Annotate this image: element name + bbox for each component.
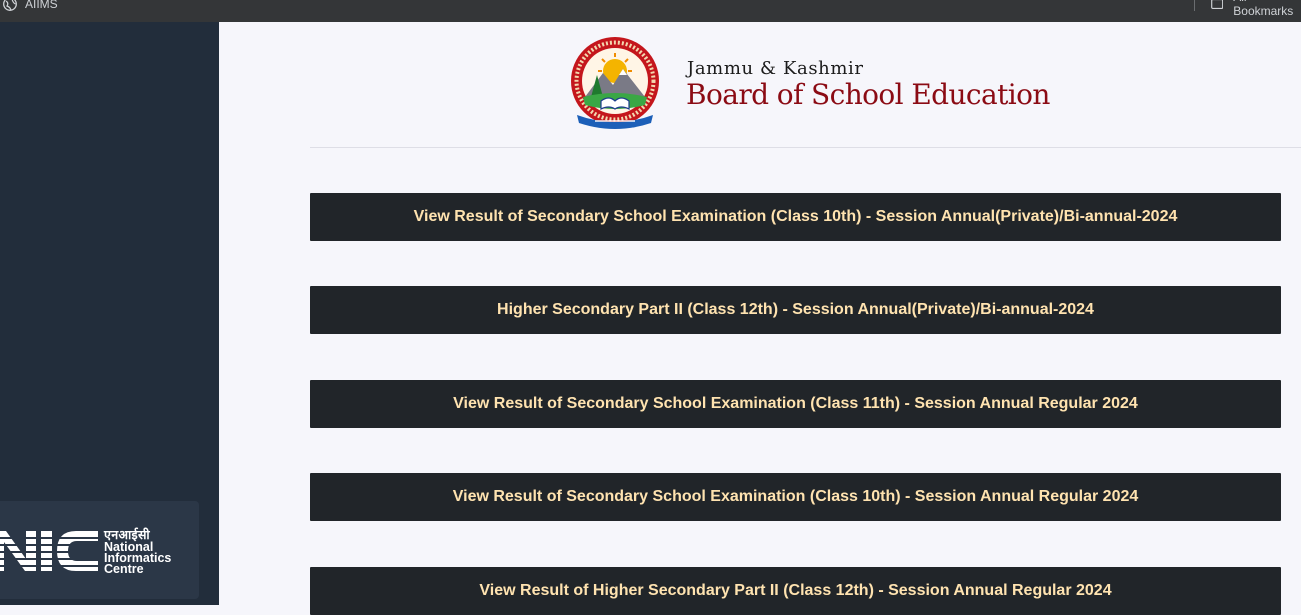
folder-icon (1211, 0, 1224, 9)
page-header: Jammu & Kashmir Board of School Educatio… (310, 22, 1301, 148)
result-link-class10-regular[interactable]: View Result of Secondary School Examinat… (310, 473, 1281, 521)
bookmark-label: AIIMS (25, 0, 58, 11)
nic-logo-icon (0, 531, 100, 571)
result-link-class12-regular[interactable]: View Result of Higher Secondary Part II … (310, 567, 1281, 615)
main-content: Jammu & Kashmir Board of School Educatio… (219, 22, 1301, 615)
nic-line3: Centre (104, 562, 144, 576)
nic-text: एनआईसी National Informatics Centre (104, 528, 171, 575)
all-bookmarks[interactable]: All Bookmarks (1194, 0, 1301, 18)
jkbose-emblem-icon (571, 37, 659, 129)
globe-icon (3, 0, 17, 11)
result-link-class10-private[interactable]: View Result of Secondary School Examinat… (310, 193, 1281, 241)
bookmark-aiims[interactable]: AIIMS (3, 0, 58, 11)
result-link-class11-regular[interactable]: View Result of Secondary School Examinat… (310, 380, 1281, 428)
nic-logo-card[interactable]: एनआईसी National Informatics Centre (0, 501, 199, 599)
all-bookmarks-label: All Bookmarks (1233, 0, 1294, 18)
brand-title: Board of School Education (686, 78, 1050, 111)
result-link-class12-private[interactable]: Higher Secondary Part II (Class 12th) - … (310, 286, 1281, 334)
bookmarks-separator (1194, 0, 1195, 11)
brand-line1: Jammu & Kashmir (687, 58, 864, 79)
bookmarks-bar: AIIMS All Bookmarks (0, 0, 1301, 22)
sidebar: एनआईसी National Informatics Centre (0, 22, 219, 605)
